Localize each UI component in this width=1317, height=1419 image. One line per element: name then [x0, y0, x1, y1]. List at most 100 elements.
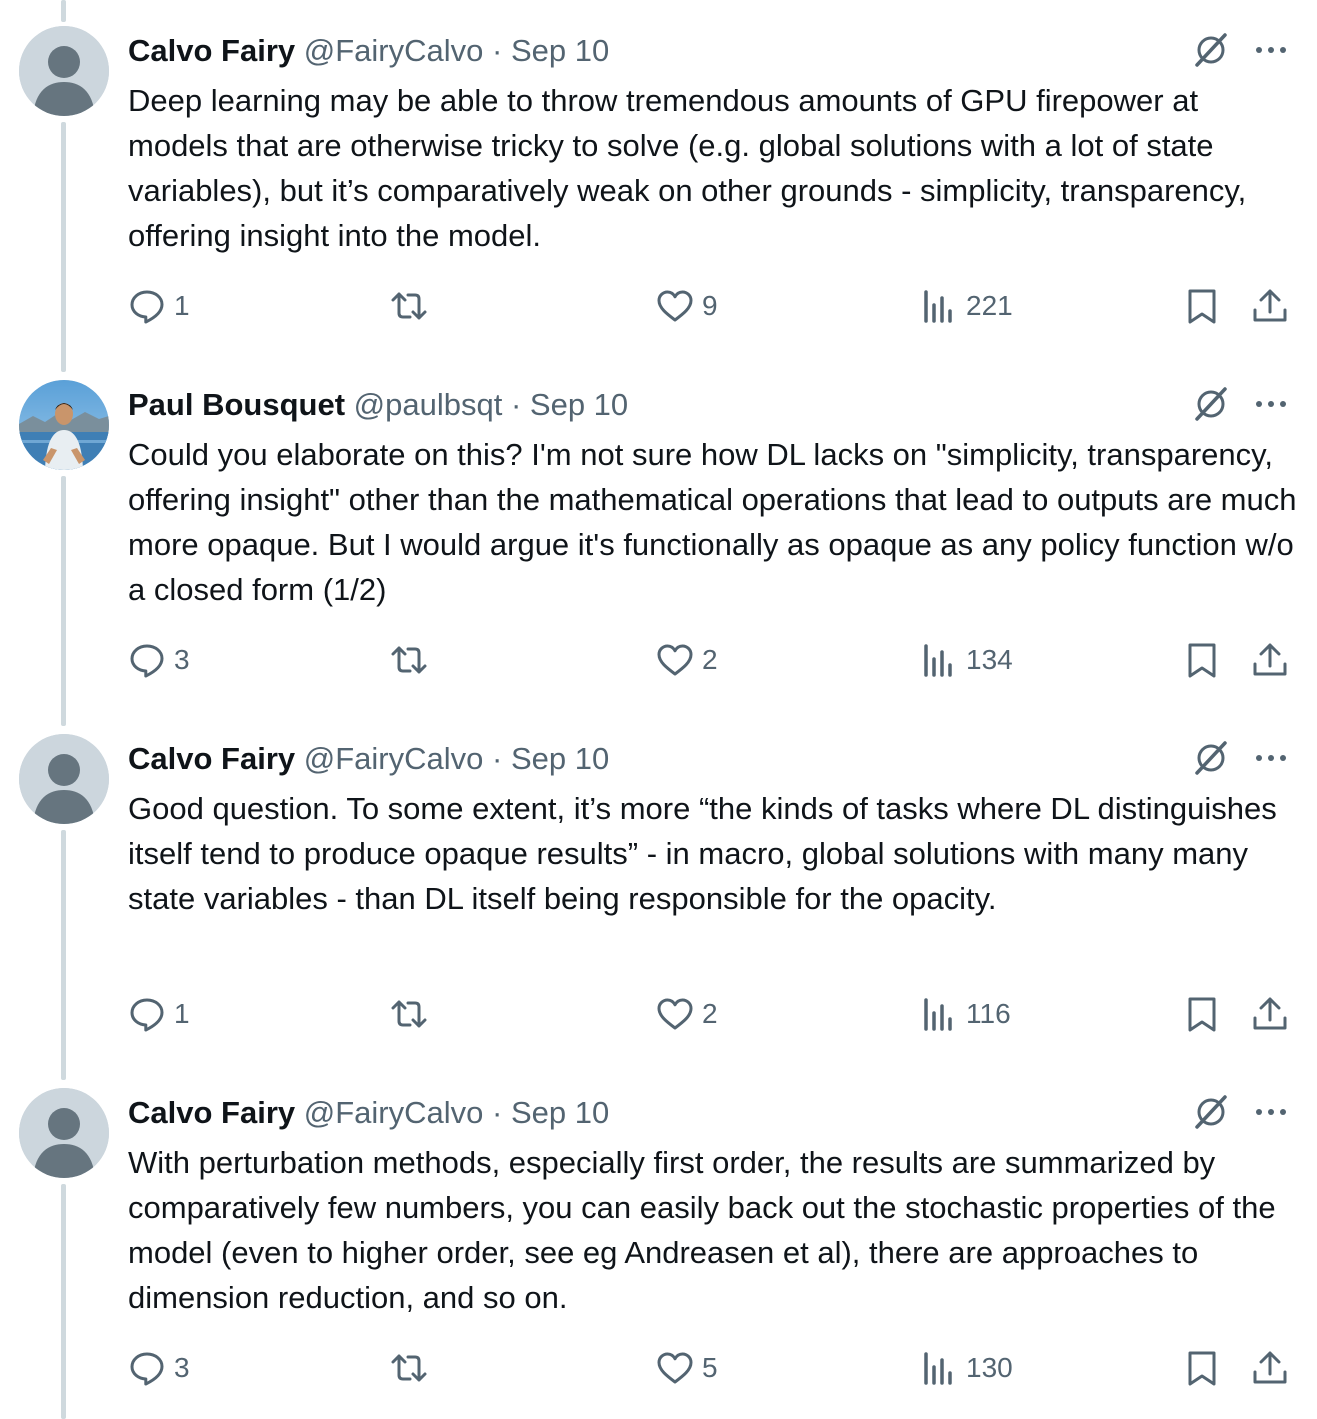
share-button[interactable] — [1251, 286, 1289, 326]
share-button[interactable] — [1251, 994, 1289, 1034]
retweet-icon — [391, 292, 427, 320]
like-button[interactable]: 9 — [656, 286, 718, 326]
author-name[interactable]: Paul Bousquet — [128, 387, 345, 422]
tweet[interactable]: Calvo Fairy @FairyCalvo · Sep 10 With pe… — [0, 1052, 1317, 1419]
tweet-top-actions — [1191, 384, 1291, 424]
author-name[interactable]: Calvo Fairy — [128, 741, 295, 776]
grok-icon[interactable] — [1191, 738, 1231, 778]
bookmark-icon — [1188, 643, 1216, 678]
like-count: 5 — [702, 1352, 718, 1383]
thread-line — [61, 476, 66, 726]
thread-line — [61, 122, 66, 372]
avatar[interactable] — [19, 380, 109, 470]
more-icon[interactable] — [1251, 30, 1291, 70]
view-count: 130 — [966, 1352, 1013, 1383]
reply-button[interactable]: 1 — [128, 286, 190, 326]
tweet-text: Could you elaborate on this? I'm not sur… — [128, 437, 1297, 607]
avatar[interactable] — [19, 26, 109, 116]
thread-line — [61, 344, 66, 364]
share-icon — [1253, 997, 1287, 1030]
tweet-text: Deep learning may be able to throw treme… — [128, 83, 1247, 253]
reply-count: 1 — [174, 290, 190, 321]
bookmark-button[interactable] — [1183, 994, 1221, 1034]
thread-line — [61, 1184, 66, 1419]
reply-button[interactable]: 3 — [128, 1348, 190, 1388]
view-count: 221 — [966, 290, 1013, 321]
reply-count: 1 — [174, 998, 190, 1029]
retweet-button[interactable] — [390, 994, 436, 1034]
views-button[interactable]: 130 — [920, 1348, 1013, 1388]
avatar[interactable] — [19, 1088, 109, 1178]
author-name[interactable]: Calvo Fairy — [128, 1095, 295, 1130]
like-count: 9 — [702, 290, 718, 321]
grok-icon[interactable] — [1191, 30, 1231, 70]
views-button[interactable]: 116 — [920, 994, 1011, 1034]
tweet[interactable]: Calvo Fairy @FairyCalvo · Sep 10 Good qu… — [0, 698, 1317, 1080]
tweet-date[interactable]: Sep 10 — [511, 33, 609, 68]
author-handle[interactable]: @FairyCalvo — [304, 1095, 484, 1130]
tweet-top-actions — [1191, 738, 1291, 778]
tweet-date[interactable]: Sep 10 — [530, 387, 628, 422]
heart-icon — [657, 644, 693, 676]
grok-icon[interactable] — [1191, 384, 1231, 424]
share-icon — [1253, 643, 1287, 676]
author-name[interactable]: Calvo Fairy — [128, 33, 295, 68]
like-button[interactable]: 5 — [656, 1348, 718, 1388]
separator-dot: · — [510, 387, 522, 422]
thread-line — [61, 0, 66, 22]
tweet[interactable]: Paul Bousquet @paulbsqt · Sep 10 Could y… — [0, 344, 1317, 726]
bookmark-button[interactable] — [1183, 640, 1221, 680]
reply-icon — [130, 290, 164, 324]
retweet-icon — [391, 1000, 427, 1028]
heart-icon — [657, 998, 693, 1030]
more-icon[interactable] — [1251, 1092, 1291, 1132]
bookmark-icon — [1188, 997, 1216, 1032]
share-button[interactable] — [1251, 640, 1289, 680]
thread-line — [61, 698, 66, 718]
tweet-date[interactable]: Sep 10 — [511, 741, 609, 776]
retweet-button[interactable] — [390, 1348, 436, 1388]
more-icon[interactable] — [1251, 738, 1291, 778]
more-icon[interactable] — [1251, 384, 1291, 424]
views-icon — [924, 644, 952, 677]
thread-line — [61, 830, 66, 1080]
separator-dot: · — [492, 741, 503, 776]
bookmark-button[interactable] — [1183, 286, 1221, 326]
author-handle[interactable]: @FairyCalvo — [304, 33, 484, 68]
bookmark-icon — [1188, 1351, 1216, 1386]
grok-icon[interactable] — [1191, 1092, 1231, 1132]
author-handle[interactable]: @FairyCalvo — [304, 741, 484, 776]
views-button[interactable]: 221 — [920, 286, 1013, 326]
thread-line — [61, 1052, 66, 1072]
tweet[interactable]: Calvo Fairy @FairyCalvo · Sep 10 Deep le… — [0, 0, 1317, 372]
retweet-icon — [391, 1354, 427, 1382]
like-button[interactable]: 2 — [656, 640, 718, 680]
share-button[interactable] — [1251, 1348, 1289, 1388]
reply-button[interactable]: 3 — [128, 640, 190, 680]
retweet-button[interactable] — [390, 640, 436, 680]
reply-icon — [130, 644, 164, 678]
separator-dot: · — [492, 33, 503, 68]
author-handle[interactable]: @paulbsqt — [354, 387, 503, 422]
like-button[interactable]: 2 — [656, 994, 718, 1034]
tweet-header: Calvo Fairy @FairyCalvo · Sep 10 — [128, 28, 609, 74]
views-button[interactable]: 134 — [920, 640, 1013, 680]
conversation-thread: Calvo Fairy @FairyCalvo · Sep 10 Deep le… — [0, 0, 1317, 1419]
retweet-button[interactable] — [390, 286, 436, 326]
reply-count: 3 — [174, 1352, 190, 1383]
share-icon — [1253, 289, 1287, 322]
reply-button[interactable]: 1 — [128, 994, 190, 1034]
tweet-text: With perturbation methods, especially fi… — [128, 1145, 1276, 1315]
tweet-date[interactable]: Sep 10 — [511, 1095, 609, 1130]
default-avatar-icon — [19, 1088, 109, 1178]
separator-dot: · — [492, 1095, 503, 1130]
photo-avatar-icon — [19, 380, 109, 470]
tweet-header: Calvo Fairy @FairyCalvo · Sep 10 — [128, 736, 609, 782]
avatar[interactable] — [19, 734, 109, 824]
like-count: 2 — [702, 998, 718, 1029]
views-icon — [924, 290, 952, 323]
heart-icon — [657, 1352, 693, 1384]
tweet-top-actions — [1191, 1092, 1291, 1132]
bookmark-button[interactable] — [1183, 1348, 1221, 1388]
reply-icon — [130, 998, 164, 1032]
